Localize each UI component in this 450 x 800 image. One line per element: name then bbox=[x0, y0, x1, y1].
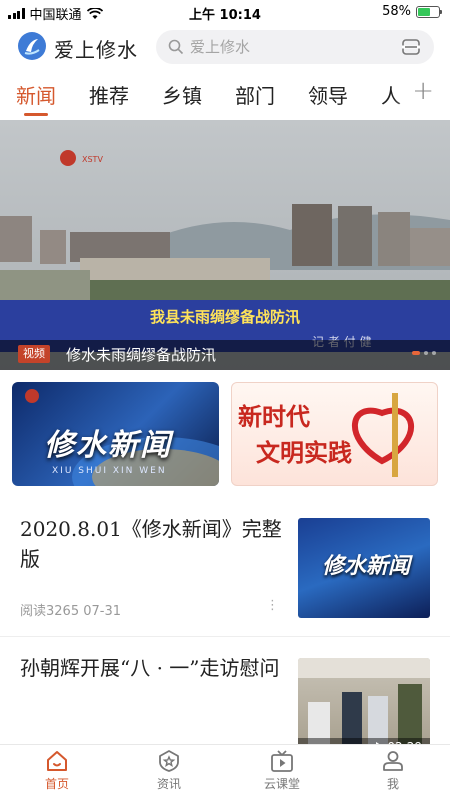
battery-icon bbox=[416, 5, 442, 18]
app-logo-icon bbox=[18, 32, 46, 60]
nav-cloud-class-label: 云课堂 bbox=[263, 777, 300, 791]
more-options-icon[interactable]: ⋮ bbox=[266, 598, 279, 613]
video-thumbnail: 02:29 bbox=[298, 658, 430, 758]
status-bar: 中国联通 上午 10:14 58% bbox=[0, 0, 450, 24]
search-input[interactable] bbox=[190, 30, 390, 64]
nav-me-label: 我 bbox=[386, 777, 399, 791]
home-icon bbox=[47, 751, 67, 771]
list-item[interactable]: 2020.8.01《修水新闻》完整版 阅读3265 07-31 ⋮ 修水新闻 bbox=[0, 496, 450, 636]
tab-departments[interactable]: 部门 bbox=[235, 80, 275, 109]
add-channel-icon[interactable]: + bbox=[412, 76, 434, 106]
banner-subtitle-caption: 我县未雨绸缪备战防汛 bbox=[149, 308, 300, 326]
tab-news[interactable]: 新闻 bbox=[16, 80, 56, 109]
article-meta: 阅读3265 07-31 bbox=[20, 604, 121, 619]
nav-me[interactable]: 我 bbox=[353, 749, 433, 792]
bottom-navigation: 首页 资讯 云课堂 我 bbox=[0, 744, 450, 800]
tab-leaders[interactable]: 领导 bbox=[308, 80, 348, 109]
civilization-card-line1: 新时代 bbox=[238, 402, 310, 431]
carousel-indicator bbox=[412, 351, 436, 355]
featured-banner[interactable]: XSTV 我县未雨绸缪备战防汛 记 者 付 健 视频 修水未雨绸缪备战防汛 bbox=[0, 120, 450, 370]
active-tab-indicator bbox=[24, 113, 48, 116]
badge-star-icon bbox=[159, 750, 179, 772]
xiushui-news-card[interactable]: 修水新闻 XIU SHUI XIN WEN bbox=[12, 382, 219, 486]
app-header: 爱上修水 bbox=[0, 26, 450, 66]
article-title: 2020.8.01《修水新闻》完整版 bbox=[20, 517, 282, 571]
battery-percentage: 58% bbox=[382, 4, 411, 19]
video-badge: 视频 bbox=[18, 345, 50, 363]
nav-info[interactable]: 资讯 bbox=[129, 749, 209, 792]
banner-title: 修水未雨绸缪备战防汛 bbox=[66, 346, 217, 364]
search-bar[interactable] bbox=[156, 30, 434, 64]
person-icon bbox=[383, 751, 403, 771]
thumb-text: 修水新闻 bbox=[322, 554, 411, 579]
article-title: 孙朝辉开展“八 · 一”走访慰问 bbox=[20, 656, 280, 680]
news-card-subtitle: XIU SHUI XIN WEN bbox=[52, 466, 167, 476]
list-item[interactable]: 孙朝辉开展“八 · 一”走访慰问 02:29 bbox=[0, 637, 450, 758]
civilization-card-line2: 文明实践 bbox=[256, 438, 352, 467]
civilization-practice-card[interactable]: 新时代 文明实践 bbox=[231, 382, 438, 486]
tab-towns[interactable]: 乡镇 bbox=[162, 80, 202, 109]
app-name: 爱上修水 bbox=[54, 38, 138, 62]
channel-tabs: 新闻 推荐 乡镇 部门 领导 人 + bbox=[0, 74, 450, 118]
search-icon bbox=[168, 39, 184, 55]
article-thumbnail: 修水新闻 bbox=[298, 518, 430, 618]
news-card-title: 修水新闻 bbox=[44, 428, 172, 463]
station-logo: XSTV bbox=[82, 155, 103, 164]
tv-play-icon bbox=[271, 750, 293, 772]
tab-recommend[interactable]: 推荐 bbox=[89, 80, 129, 109]
nav-home[interactable]: 首页 bbox=[17, 749, 97, 792]
nav-info-label: 资讯 bbox=[156, 777, 181, 791]
nav-home-label: 首页 bbox=[44, 777, 69, 791]
scan-icon[interactable] bbox=[402, 39, 420, 55]
nav-cloud-class[interactable]: 云课堂 bbox=[242, 749, 322, 792]
